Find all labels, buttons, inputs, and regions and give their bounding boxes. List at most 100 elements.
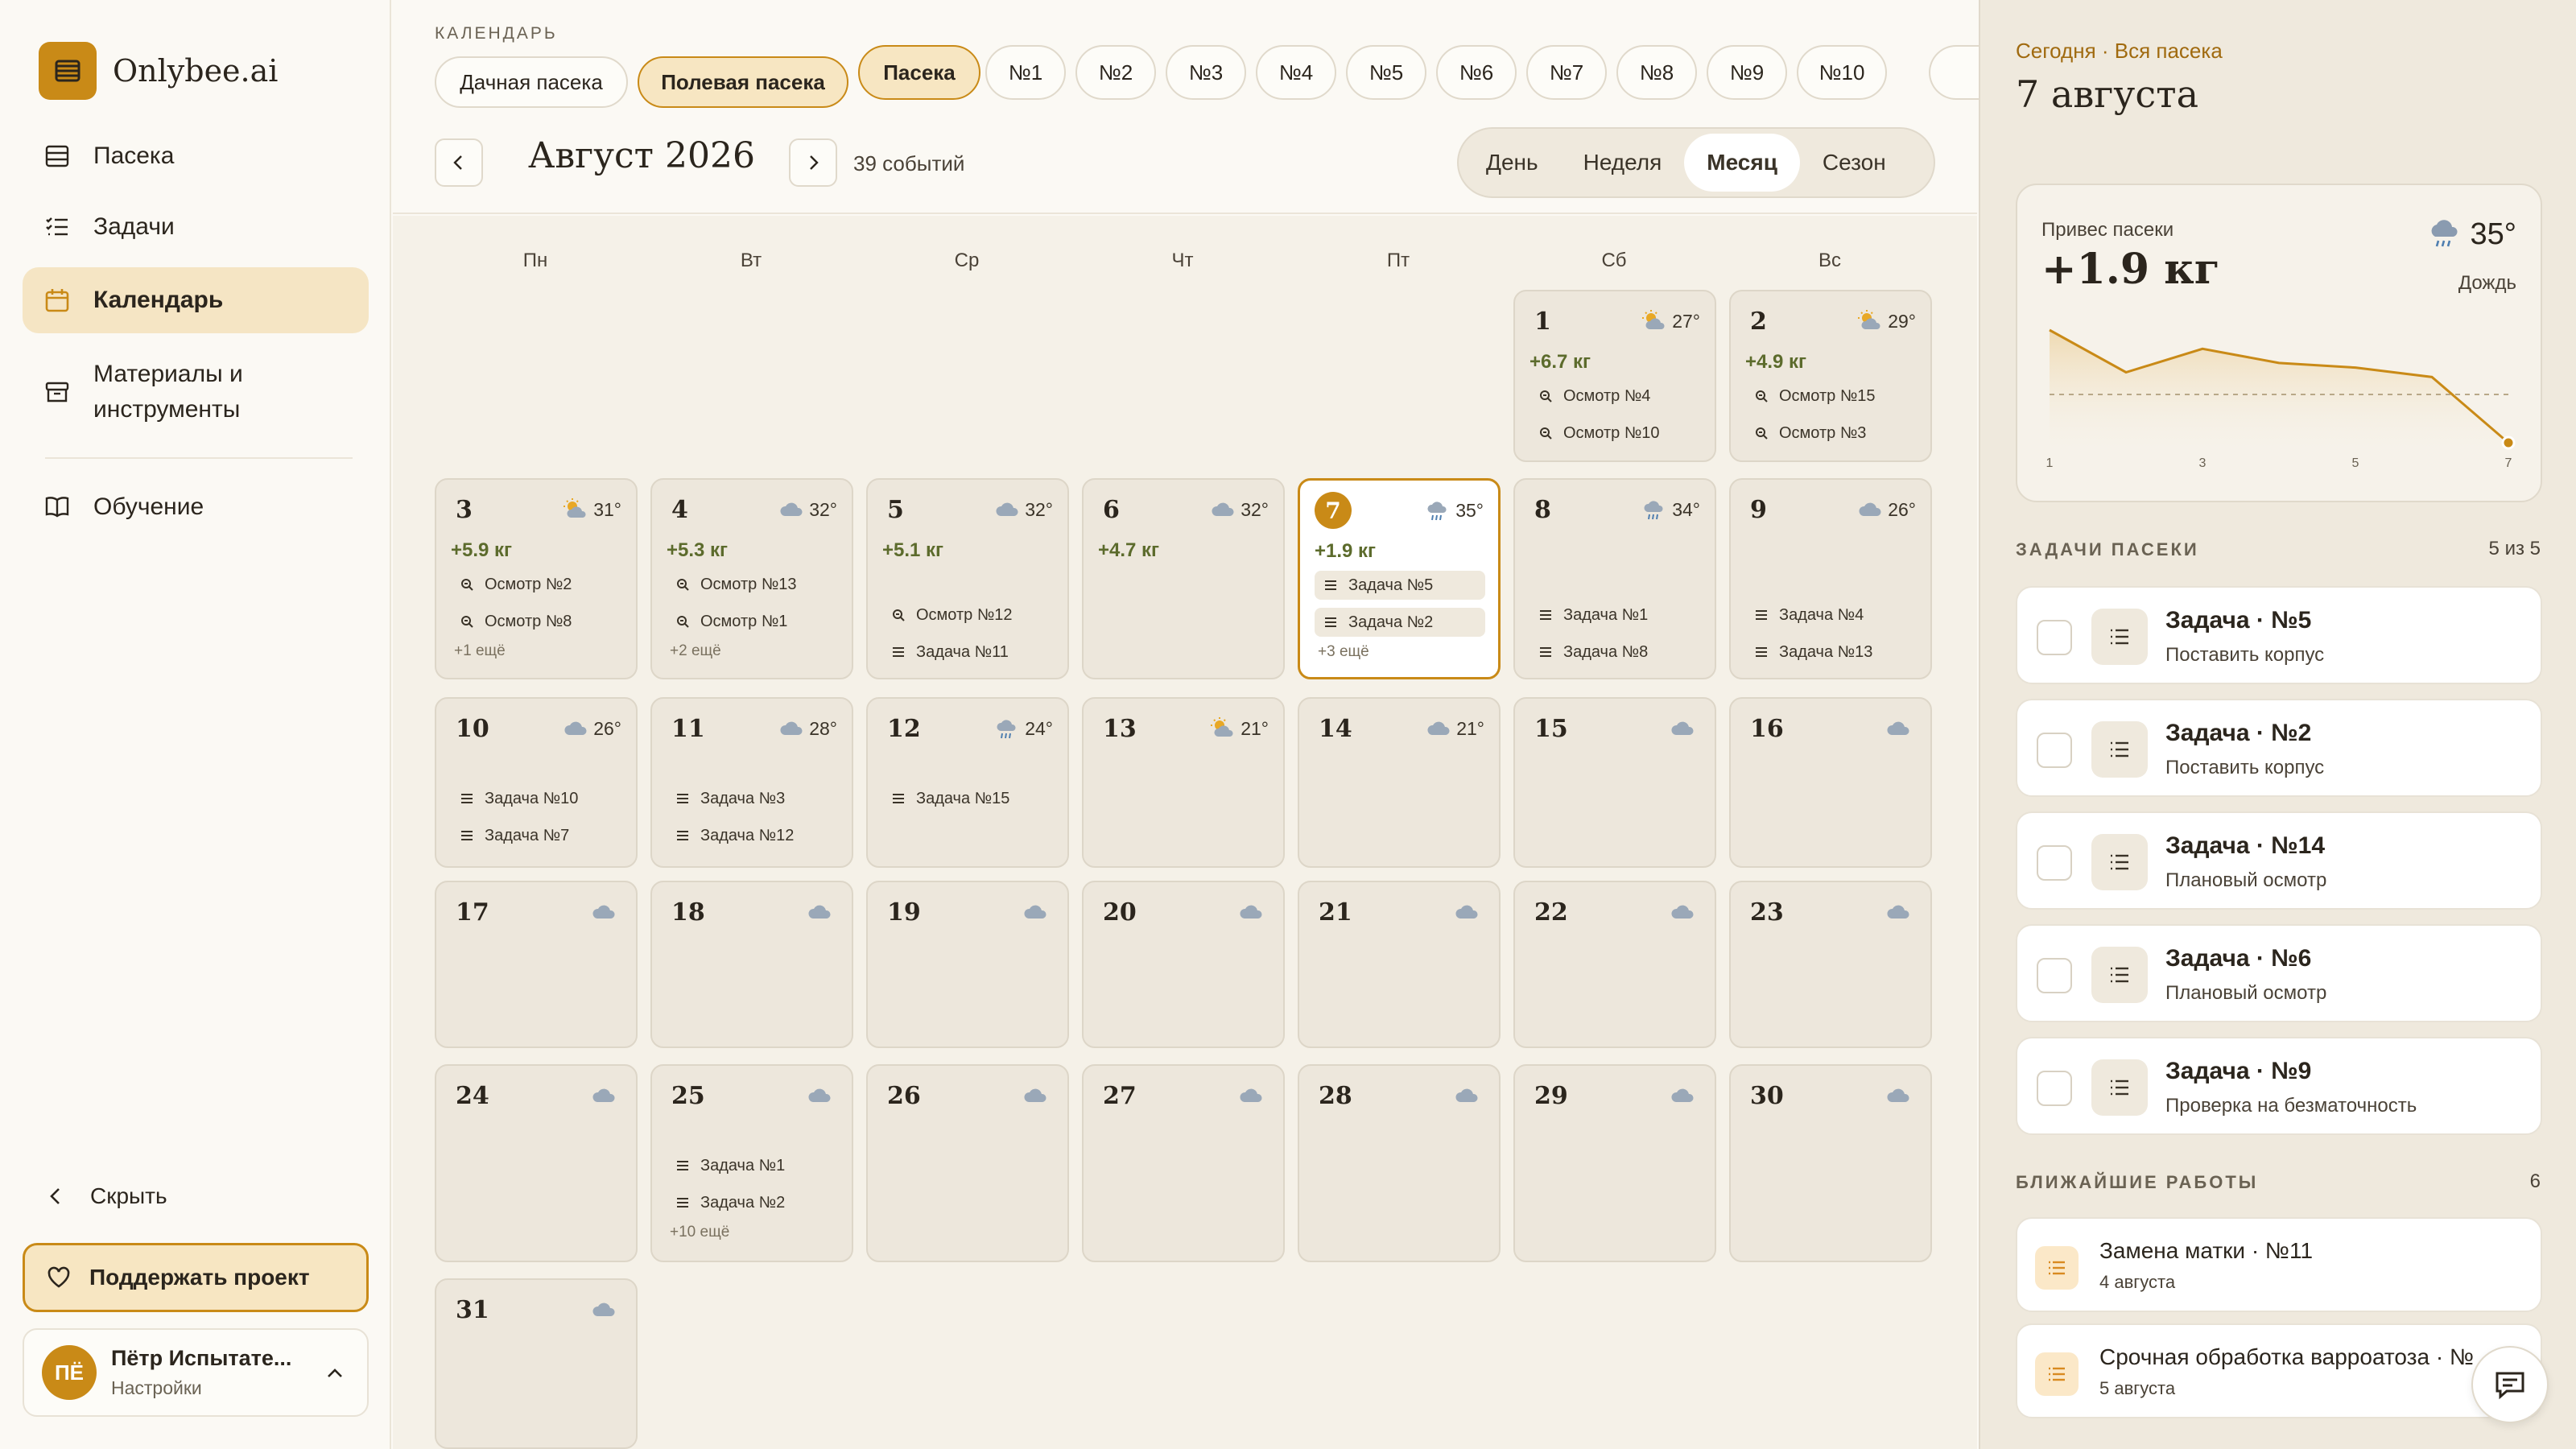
sidebar-item-materials[interactable]: Материалы и инструменты	[23, 348, 369, 436]
more-events-link[interactable]: +3 ещё	[1318, 643, 1369, 661]
inspection-event[interactable]: Осмотр №8	[451, 607, 621, 636]
inspection-event[interactable]: Осмотр №15	[1745, 382, 1916, 411]
task-event[interactable]: Задача №11	[882, 638, 1053, 667]
inspection-event[interactable]: Осмотр №2	[451, 570, 621, 599]
day-cell[interactable]: 29	[1513, 1064, 1716, 1262]
hive-filter-1[interactable]: №1	[985, 45, 1066, 100]
task-checkbox[interactable]	[2037, 620, 2072, 655]
inspection-event[interactable]: Осмотр №4	[1530, 382, 1700, 411]
inspection-event[interactable]: Осмотр №12	[882, 601, 1053, 630]
task-event[interactable]: Задача №2	[667, 1188, 837, 1217]
day-cell[interactable]: 1 27° +6.7 кг Осмотр №4 Осмотр №10	[1513, 290, 1716, 462]
task-event[interactable]: Задача №1	[667, 1151, 837, 1180]
hive-filter-3[interactable]: №3	[1166, 45, 1246, 100]
inspection-event[interactable]: Осмотр №3	[1745, 419, 1916, 448]
task-event[interactable]: Задача №7	[451, 821, 621, 850]
sidebar-item-apiary[interactable]: Пасека	[23, 130, 369, 182]
day-cell[interactable]: 27	[1082, 1064, 1285, 1262]
inspection-event[interactable]: Осмотр №10	[1530, 419, 1700, 448]
user-menu[interactable]: ПЁ Пётр Испытате... Настройки	[23, 1328, 369, 1417]
task-event[interactable]: Задача №13	[1745, 638, 1916, 667]
day-cell[interactable]: 26	[866, 1064, 1069, 1262]
day-cell[interactable]: 8 34° Задача №1 Задача №8	[1513, 478, 1716, 679]
hive-filter-10[interactable]: №10	[1797, 45, 1887, 100]
day-cell[interactable]: 7 35° +1.9 кг Задача №5 Задача №2 +3 ещё	[1298, 478, 1501, 679]
day-cell[interactable]: 15	[1513, 697, 1716, 868]
task-event[interactable]: Задача №10	[451, 784, 621, 813]
task-event[interactable]: Задача №12	[667, 821, 837, 850]
task-event[interactable]: Задача №5	[1315, 571, 1485, 600]
next-month-button[interactable]	[789, 138, 837, 187]
view-day[interactable]: День	[1463, 134, 1561, 192]
day-cell[interactable]: 31	[435, 1278, 638, 1449]
hive-filter-9[interactable]: №9	[1707, 45, 1787, 100]
task-event[interactable]: Задача №8	[1530, 638, 1700, 667]
chat-button[interactable]	[2471, 1346, 2549, 1423]
hive-filter-8[interactable]: №8	[1616, 45, 1697, 100]
day-cell[interactable]: 23	[1729, 881, 1932, 1048]
prev-month-button[interactable]	[435, 138, 483, 187]
task-checkbox[interactable]	[2037, 845, 2072, 881]
day-cell[interactable]: 10 26° Задача №10 Задача №7	[435, 697, 638, 868]
hive-filter-all[interactable]: Пасека	[858, 45, 980, 100]
sidebar-item-tasks[interactable]: Задачи	[23, 201, 369, 253]
day-cell[interactable]: 9 26° Задача №4 Задача №13	[1729, 478, 1932, 679]
task-card[interactable]: Задача · №9 Проверка на безматочность	[2016, 1037, 2542, 1135]
day-cell[interactable]: 19	[866, 881, 1069, 1048]
day-cell[interactable]: 2 29° +4.9 кг Осмотр №15 Осмотр №3	[1729, 290, 1932, 462]
task-card[interactable]: Задача · №6 Плановый осмотр	[2016, 924, 2542, 1022]
task-card[interactable]: Задача · №2 Поставить корпус	[2016, 699, 2542, 797]
day-cell[interactable]: 3 31° +5.9 кг Осмотр №2 Осмотр №8 +1 ещё	[435, 478, 638, 679]
day-cell[interactable]: 16	[1729, 697, 1932, 868]
hive-filter-2[interactable]: №2	[1075, 45, 1156, 100]
view-month[interactable]: Месяц	[1684, 134, 1800, 192]
task-checkbox[interactable]	[2037, 733, 2072, 768]
inspection-event[interactable]: Осмотр №1	[667, 607, 837, 636]
day-cell[interactable]: 13 21°	[1082, 697, 1285, 868]
logo[interactable]: Onlybee.ai	[39, 42, 278, 100]
day-cell[interactable]: 22	[1513, 881, 1716, 1048]
hive-filter-6[interactable]: №6	[1436, 45, 1517, 100]
inspection-event[interactable]: Осмотр №13	[667, 570, 837, 599]
hive-filter-4[interactable]: №4	[1256, 45, 1336, 100]
hide-sidebar-button[interactable]: Скрыть	[23, 1172, 369, 1220]
task-checkbox[interactable]	[2037, 1071, 2072, 1106]
sidebar-item-calendar[interactable]: Календарь	[23, 267, 369, 333]
task-checkbox[interactable]	[2037, 958, 2072, 993]
sidebar-item-learning[interactable]: Обучение	[23, 481, 369, 533]
event-label: Осмотр №2	[485, 575, 572, 593]
task-event[interactable]: Задача №15	[882, 784, 1053, 813]
day-cell[interactable]: 30	[1729, 1064, 1932, 1262]
task-event[interactable]: Задача №3	[667, 784, 837, 813]
task-event[interactable]: Задача №4	[1745, 601, 1916, 630]
day-cell[interactable]: 18	[650, 881, 853, 1048]
day-cell[interactable]: 28	[1298, 1064, 1501, 1262]
support-button[interactable]: Поддержать проект	[23, 1243, 369, 1312]
more-events-link[interactable]: +1 ещё	[454, 642, 506, 660]
upcoming-work-card[interactable]: Срочная обработка варроатоза · № 5 август…	[2016, 1323, 2542, 1418]
day-cell[interactable]: 11 28° Задача №3 Задача №12	[650, 697, 853, 868]
day-cell[interactable]: 4 32° +5.3 кг Осмотр №13 Осмотр №1 +2 ещё	[650, 478, 853, 679]
task-event[interactable]: Задача №1	[1530, 601, 1700, 630]
day-cell[interactable]: 21	[1298, 881, 1501, 1048]
view-season[interactable]: Сезон	[1800, 134, 1909, 192]
upcoming-work-card[interactable]: Замена матки · №11 4 августа	[2016, 1217, 2542, 1312]
day-cell[interactable]: 20	[1082, 881, 1285, 1048]
day-cell[interactable]: 6 32° +4.7 кг	[1082, 478, 1285, 679]
more-events-link[interactable]: +10 ещё	[670, 1224, 729, 1241]
day-cell[interactable]: 25 Задача №1 Задача №2 +10 ещё	[650, 1064, 853, 1262]
day-cell[interactable]: 14 21°	[1298, 697, 1501, 868]
hive-filter-7[interactable]: №7	[1526, 45, 1607, 100]
day-cell[interactable]: 12 24° Задача №15	[866, 697, 1069, 868]
more-events-link[interactable]: +2 ещё	[670, 642, 721, 660]
task-event[interactable]: Задача №2	[1315, 608, 1485, 637]
day-cell[interactable]: 24	[435, 1064, 638, 1262]
day-cell[interactable]: 17	[435, 881, 638, 1048]
day-cell[interactable]: 5 32° +5.1 кг Осмотр №12 Задача №11	[866, 478, 1069, 679]
task-card[interactable]: Задача · №5 Поставить корпус	[2016, 586, 2542, 684]
view-week[interactable]: Неделя	[1561, 134, 1685, 192]
task-card[interactable]: Задача · №14 Плановый осмотр	[2016, 811, 2542, 910]
apiary-tab-field[interactable]: Полевая пасека	[638, 56, 848, 108]
hive-filter-5[interactable]: №5	[1346, 45, 1426, 100]
apiary-tab-dacha[interactable]: Дачная пасека	[435, 56, 628, 108]
